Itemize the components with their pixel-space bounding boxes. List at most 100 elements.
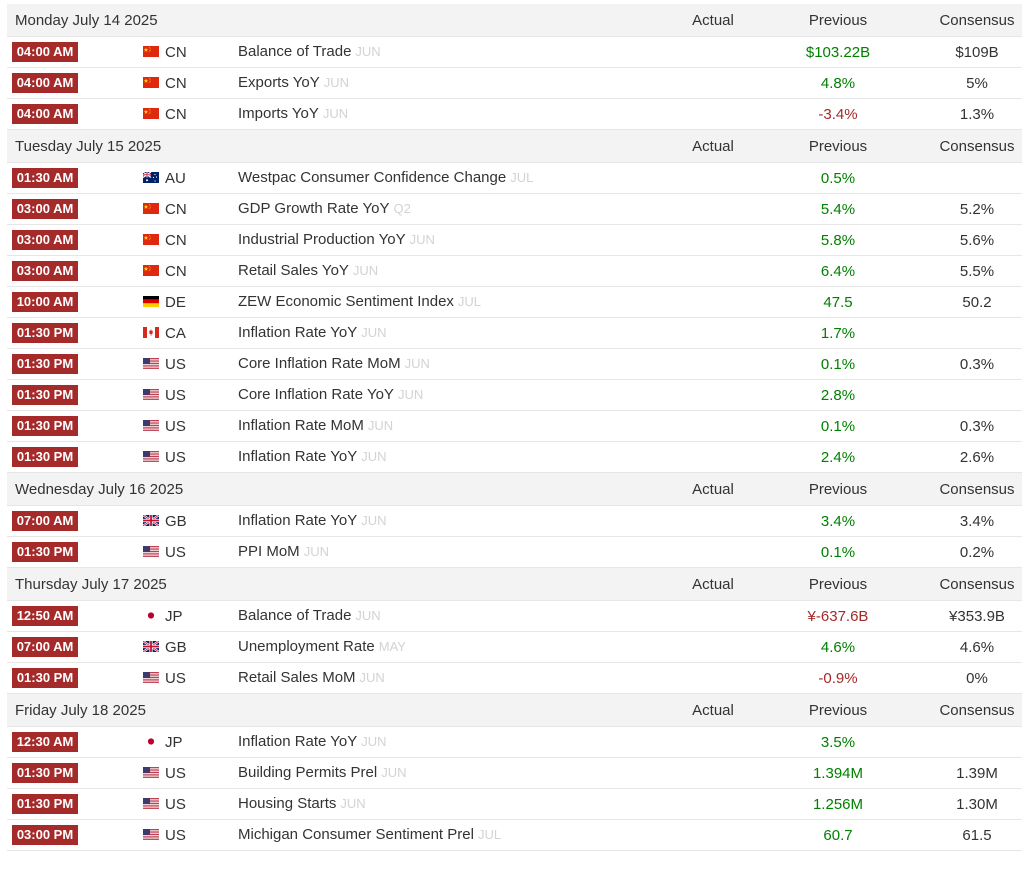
country-code: DE xyxy=(165,294,186,311)
event-name: PPI MoM xyxy=(238,543,300,560)
event-name-link[interactable]: Retail Sales YoY JUN xyxy=(238,262,378,279)
event-name-link[interactable]: Westpac Consumer Confidence Change JUL xyxy=(238,169,533,186)
event-row[interactable]: 01:30 PM US Inflation Rate YoY JUN 2.4% 2.6% xyxy=(7,442,1022,473)
event-row[interactable]: 01:30 PM US Core Inflation Rate MoM JUN 0.1%… xyxy=(7,349,1022,380)
event-name-link[interactable]: Industrial Production YoY JUN xyxy=(238,231,435,248)
day-header: Friday July 18 2025 Actual Previous Consens… xyxy=(7,694,1022,727)
event-name-link[interactable]: Core Inflation Rate MoM JUN xyxy=(238,355,430,372)
column-header-previous: Previous xyxy=(808,702,868,719)
event-row[interactable]: 03:00 PM US Michigan Consumer Sentiment Pr… xyxy=(7,820,1022,851)
event-name-link[interactable]: Inflation Rate YoY JUN xyxy=(238,324,387,341)
event-row[interactable]: 01:30 PM US Retail Sales MoM JUN -0.9% 0% xyxy=(7,663,1022,694)
event-reference-period: JUN xyxy=(361,449,387,464)
event-name-link[interactable]: Inflation Rate YoY JUN xyxy=(238,512,387,529)
event-row[interactable]: 03:00 AM CN GDP Growth Rate YoY Q2 5.4% 5.2% xyxy=(7,194,1022,225)
consensus-value: 61.5 xyxy=(962,827,992,844)
event-row[interactable]: 01:30 PM US Core Inflation Rate YoY JUN 2.8% xyxy=(7,380,1022,411)
country-code: US xyxy=(165,796,186,813)
event-name-link[interactable]: Inflation Rate MoM JUN xyxy=(238,417,393,434)
event-name-link[interactable]: Unemployment Rate MAY xyxy=(238,638,406,655)
event-name-link[interactable]: Balance of Trade JUN xyxy=(238,43,381,60)
previous-value: 3.5% xyxy=(820,734,856,751)
event-reference-period: JUN xyxy=(361,513,387,528)
event-name-link[interactable]: Building Permits Prel JUN xyxy=(238,764,407,781)
us-flag-icon xyxy=(143,389,159,400)
event-row[interactable]: 03:00 AM CN Industrial Production YoY JUN 5.… xyxy=(7,225,1022,256)
event-reference-period: JUN xyxy=(322,106,349,121)
event-row[interactable]: 01:30 PM US Inflation Rate MoM JUN 0.1% 0.3% xyxy=(7,411,1022,442)
economic-calendar: Monday July 14 2025 Actual Previous Consens… xyxy=(7,4,1022,851)
event-reference-period: JUN xyxy=(352,263,379,278)
column-header-consensus: Consensus xyxy=(939,702,1015,719)
event-name: ZEW Economic Sentiment Index xyxy=(238,293,454,310)
event-name-link[interactable]: PPI MoM JUN xyxy=(238,543,329,560)
column-header-consensus: Consensus xyxy=(939,12,1015,29)
event-name: Balance of Trade xyxy=(238,607,352,624)
event-time-badge: 01:30 AM xyxy=(12,168,78,188)
event-name-link[interactable]: Inflation Rate YoY JUN xyxy=(238,448,387,465)
us-flag-icon xyxy=(143,451,159,462)
jp-flag-icon xyxy=(143,736,159,747)
event-name-link[interactable]: Michigan Consumer Sentiment Prel JUL xyxy=(238,826,501,843)
event-row[interactable]: 01:30 PM US PPI MoM JUN 0.1% 0.2% xyxy=(7,537,1022,568)
event-row[interactable]: 01:30 PM US Building Permits Prel JUN 1.394M… xyxy=(7,758,1022,789)
event-row[interactable]: 01:30 PM CA Inflation Rate YoY JUN 1.7% xyxy=(7,318,1022,349)
event-name-link[interactable]: Retail Sales MoM JUN xyxy=(238,669,385,686)
event-row[interactable]: 04:00 AM CN Imports YoY JUN -3.4% 1.3% xyxy=(7,99,1022,130)
event-reference-period: JUN xyxy=(367,418,394,433)
event-row[interactable]: 04:00 AM CN Balance of Trade JUN $103.22B $10… xyxy=(7,37,1022,68)
column-header-actual: Actual xyxy=(692,12,734,29)
previous-value: -0.9% xyxy=(818,670,858,687)
previous-value: 0.1% xyxy=(820,544,856,561)
event-name-link[interactable]: Core Inflation Rate YoY JUN xyxy=(238,386,423,403)
event-time-badge: 01:30 PM xyxy=(12,668,78,688)
event-name: Industrial Production YoY xyxy=(238,231,406,248)
consensus-value: 1.30M xyxy=(956,796,998,813)
event-time-badge: 07:00 AM xyxy=(12,511,78,531)
event-row[interactable]: 03:00 AM CN Retail Sales YoY JUN 6.4% 5.5% xyxy=(7,256,1022,287)
consensus-value: 5.6% xyxy=(959,232,995,249)
previous-value: 5.4% xyxy=(820,201,856,218)
event-name-link[interactable]: GDP Growth Rate YoY Q2 xyxy=(238,200,411,217)
event-name: Westpac Consumer Confidence Change xyxy=(238,169,507,186)
event-reference-period: JUN xyxy=(361,325,387,340)
event-reference-period: JUN xyxy=(355,44,381,59)
us-flag-icon xyxy=(143,672,159,683)
event-name-link[interactable]: ZEW Economic Sentiment Index JUL xyxy=(238,293,481,310)
event-name-link[interactable]: Imports YoY JUN xyxy=(238,105,348,122)
country-code: US xyxy=(165,544,186,561)
previous-value: 1.256M xyxy=(812,796,864,813)
column-header-actual: Actual xyxy=(692,576,734,593)
day-header: Tuesday July 15 2025 Actual Previous Consen… xyxy=(7,130,1022,163)
event-row[interactable]: 01:30 AM AU Westpac Consumer Confidence Ch… xyxy=(7,163,1022,194)
event-name: Retail Sales YoY xyxy=(238,262,349,279)
cn-flag-icon xyxy=(143,203,159,214)
event-name-link[interactable]: Inflation Rate YoY JUN xyxy=(238,733,387,750)
event-row[interactable]: 07:00 AM GB Unemployment Rate MAY 4.6% 4.6% xyxy=(7,632,1022,663)
us-flag-icon xyxy=(143,358,159,369)
previous-value: 3.4% xyxy=(820,513,856,530)
previous-value: 0.5% xyxy=(820,170,856,187)
country-code: US xyxy=(165,827,186,844)
event-time-badge: 12:30 AM xyxy=(12,732,78,752)
us-flag-icon xyxy=(143,829,159,840)
event-row[interactable]: 12:50 AM JP Balance of Trade JUN ¥-637.6B ¥35… xyxy=(7,601,1022,632)
event-name-link[interactable]: Balance of Trade JUN xyxy=(238,607,381,624)
event-row[interactable]: 04:00 AM CN Exports YoY JUN 4.8% 5% xyxy=(7,68,1022,99)
consensus-value: 5% xyxy=(966,75,988,92)
event-row[interactable]: 12:30 AM JP Inflation Rate YoY JUN 3.5% xyxy=(7,727,1022,758)
event-reference-period: JUN xyxy=(397,387,424,402)
event-name-link[interactable]: Exports YoY JUN xyxy=(238,74,349,91)
day-date: Monday July 14 2025 xyxy=(15,12,158,29)
event-name: Building Permits Prel xyxy=(238,764,378,781)
country-code: US xyxy=(165,765,186,782)
event-row[interactable]: 07:00 AM GB Inflation Rate YoY JUN 3.4% 3.4% xyxy=(7,506,1022,537)
event-row[interactable]: 10:00 AM DE ZEW Economic Sentiment Index JU… xyxy=(7,287,1022,318)
event-time-badge: 01:30 PM xyxy=(12,323,78,343)
event-row[interactable]: 01:30 PM US Housing Starts JUN 1.256M 1.30M xyxy=(7,789,1022,820)
day-header: Thursday July 17 2025 Actual Previous Conse… xyxy=(7,568,1022,601)
event-name: Exports YoY xyxy=(238,74,320,91)
event-reference-period: JUL xyxy=(510,170,534,185)
event-name-link[interactable]: Housing Starts JUN xyxy=(238,795,366,812)
event-name: Inflation Rate MoM xyxy=(238,417,364,434)
